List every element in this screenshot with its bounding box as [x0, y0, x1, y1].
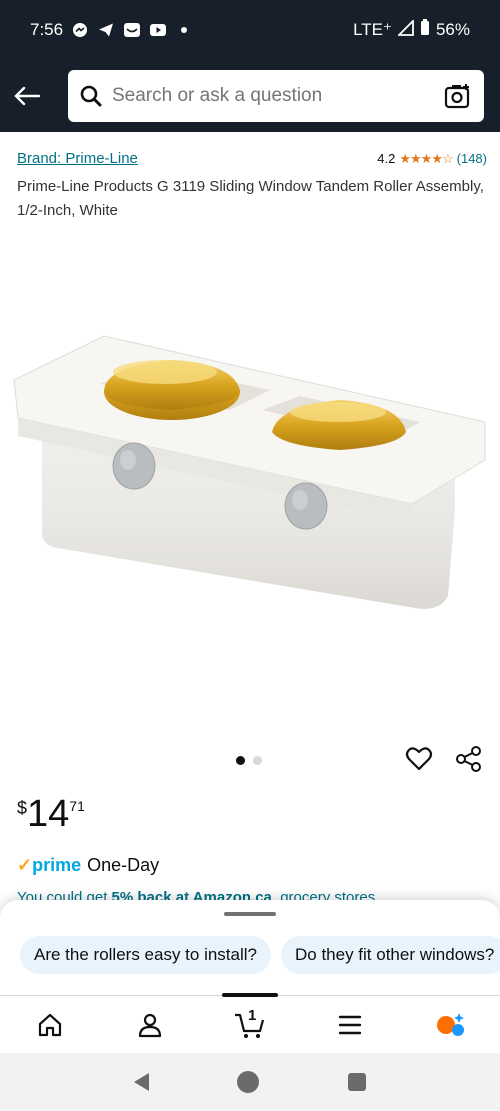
- status-right: LTE⁺ 56%: [353, 18, 470, 41]
- back-button[interactable]: [14, 76, 54, 116]
- question-chip-install[interactable]: Are the rollers easy to install?: [20, 936, 271, 974]
- camera-search-icon[interactable]: [444, 82, 472, 110]
- sheet-drag-handle[interactable]: [224, 912, 276, 916]
- battery-level: 56%: [435, 20, 470, 39]
- product-title: Prime-Line Products G 3119 Sliding Windo…: [17, 178, 484, 219]
- prime-logo-text: prime: [32, 855, 82, 875]
- messenger-icon: [71, 21, 89, 39]
- nav-rufus[interactable]: [426, 1005, 474, 1045]
- system-back-icon[interactable]: [134, 1073, 150, 1091]
- star-rating-icon: ★★★★☆: [399, 150, 453, 166]
- question-chip-fit[interactable]: Do they fit other windows?: [281, 936, 500, 974]
- rufus-assistant-icon: [437, 1012, 464, 1036]
- network-label: LTE⁺: [353, 20, 392, 39]
- cart-count-badge: 1: [248, 1006, 257, 1024]
- inbox-icon: [123, 21, 141, 39]
- battery-icon: [420, 19, 430, 41]
- share-icon: [456, 746, 481, 772]
- nav-home[interactable]: [26, 1005, 74, 1045]
- telegram-icon: [97, 21, 115, 39]
- brand-row: Brand: Prime-Line 4.2 ★★★★☆ (148): [17, 150, 487, 167]
- dot-icon: [175, 21, 193, 39]
- search-input[interactable]: [112, 85, 444, 107]
- nav-account[interactable]: [126, 1005, 174, 1045]
- carousel-dot[interactable]: [236, 756, 245, 765]
- status-left: 7:56: [30, 20, 193, 40]
- product-image[interactable]: [0, 260, 500, 740]
- carousel-dot[interactable]: [253, 756, 262, 765]
- youtube-icon: [149, 21, 167, 39]
- prime-check-icon: ✓: [17, 855, 33, 875]
- back-arrow-icon: [14, 86, 40, 106]
- price-fraction: 71: [69, 798, 85, 814]
- rating-value: 4.2: [377, 151, 396, 166]
- signal-icon: [396, 18, 414, 41]
- search-bar[interactable]: [68, 70, 484, 122]
- menu-icon: [338, 1015, 362, 1034]
- nav-cart[interactable]: 1: [226, 1005, 274, 1045]
- system-recents-icon[interactable]: [347, 1073, 366, 1091]
- wishlist-button[interactable]: [405, 745, 433, 773]
- product-header: Brand: Prime-Line 4.2 ★★★★☆ (148) Prime-…: [17, 150, 487, 223]
- search-icon: [80, 85, 102, 107]
- question-sheet[interactable]: Are the rollers easy to install? Do they…: [0, 900, 500, 995]
- share-button[interactable]: [455, 745, 483, 773]
- system-home-icon[interactable]: [237, 1071, 260, 1093]
- brand-link[interactable]: Brand: Prime-Line: [17, 150, 138, 167]
- price-symbol: $: [17, 798, 28, 818]
- status-bar: 7:56 LTE⁺ 56%: [0, 0, 500, 60]
- home-icon: [38, 1013, 62, 1036]
- prime-logo: ✓prime: [17, 855, 81, 876]
- prime-delivery-label: One-Day: [87, 855, 160, 875]
- rating-summary[interactable]: 4.2 ★★★★☆ (148): [377, 151, 487, 167]
- search-header: [0, 60, 500, 132]
- heart-icon: [405, 747, 433, 771]
- image-carousel-dots[interactable]: [236, 756, 262, 765]
- nav-menu[interactable]: [326, 1005, 374, 1045]
- price: $ 14 71: [17, 792, 85, 836]
- prime-delivery: ✓prime One-Day: [17, 855, 159, 876]
- status-time: 7:56: [30, 20, 64, 39]
- system-nav-bar: [0, 1053, 500, 1111]
- rating-count: (148): [456, 151, 487, 166]
- bottom-nav: 1: [0, 993, 500, 1053]
- nav-active-indicator: [222, 993, 278, 997]
- account-icon: [138, 1013, 162, 1037]
- price-whole: 14: [27, 793, 70, 835]
- question-chips: Are the rollers easy to install? Do they…: [20, 936, 500, 974]
